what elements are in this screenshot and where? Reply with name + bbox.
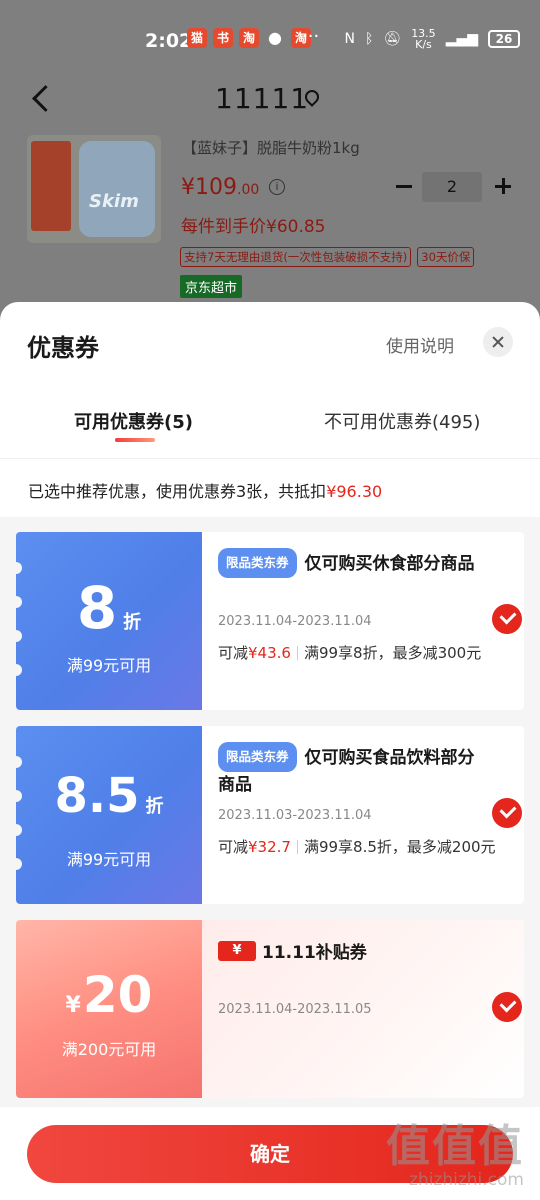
product-title: 【蓝妹子】脱脂牛奶粉1kg — [182, 139, 360, 157]
subsidy-coupon-label: 11.11补贴券 — [262, 943, 367, 963]
promo-badge — [31, 141, 71, 231]
status-time: 2:02 — [145, 30, 193, 52]
coupon-list: 8折 满99元可用 限品类东券 仅可购买休食部分商品 2023.11.04-202… — [0, 517, 540, 1107]
subsidy-coupon-badge: ¥ 11.11补贴券 — [218, 938, 367, 963]
coupon-amount: 8折 — [76, 574, 142, 642]
watermark-url: zhizhizhi.com — [409, 1170, 524, 1190]
notification-icons: 猫 书 淘 ● 淘 — [187, 28, 311, 48]
tab-available-coupons[interactable]: 可用优惠券(5) — [74, 408, 193, 434]
taobao-icon: 淘 — [239, 28, 259, 48]
usage-help-link[interactable]: 使用说明 — [386, 332, 454, 357]
product-price: ¥109.00 — [181, 175, 260, 200]
tmall-icon: 猫 — [187, 28, 207, 48]
coupon-amount: ¥20 — [65, 966, 153, 1024]
selected-check-icon[interactable] — [492, 604, 522, 634]
xiaohongshu-icon: 书 — [213, 28, 233, 48]
coupon-info: 限品类东券 仅可购买休食部分商品 2023.11.04-2023.11.04 可减… — [202, 532, 524, 710]
service-tags: 支持7天无理由退货(一次性包装破损不支持) 30天价保 — [180, 247, 475, 267]
total-discount: ¥96.30 — [326, 482, 383, 501]
page-header: 11111 — [0, 80, 540, 120]
coupon-name: 限品类东券 仅可购买休食部分商品 — [218, 548, 488, 578]
product-image[interactable]: Skim — [27, 135, 161, 243]
coupon-info: 限品类东券 仅可购买食品饮料部分商品 2023.11.03-2023.11.04 … — [202, 726, 524, 904]
system-icons: N ᛒ 🔕︎ 13.5 K/s ▂▄▆ 26 — [345, 28, 520, 50]
close-icon[interactable] — [483, 327, 513, 357]
nfc-icon: N — [344, 31, 355, 47]
coupon-value-panel: 8.5 折 满99元可用 — [16, 726, 202, 904]
price-info-icon[interactable]: i — [269, 179, 285, 195]
return-policy-tag: 支持7天无理由退货(一次性包装破损不支持) — [180, 247, 412, 267]
coupon-detail: 可减¥43.6 满99享8折，最多减300元 — [218, 644, 482, 662]
selected-check-icon[interactable] — [492, 992, 522, 1022]
back-icon[interactable] — [32, 86, 48, 112]
active-tab-indicator — [115, 438, 155, 442]
tab-unavailable-coupons[interactable]: 不可用优惠券(495) — [324, 408, 480, 434]
quantity-stepper[interactable]: 2 — [422, 172, 482, 202]
status-bar: 2:02 猫 书 淘 ● 淘 ··· N ᛒ 🔕︎ 13.5 K/s ▂▄▆ 26 — [0, 0, 540, 80]
coupon-name: 限品类东券 仅可购买食品饮料部分商品 — [218, 742, 488, 798]
unit-final-price: 每件到手价¥60.85 — [181, 217, 326, 237]
qq-icon: ● — [268, 28, 282, 47]
coupon-condition: 满99元可用 — [66, 656, 152, 675]
watermark: 值值值 zhizhizhi.com — [386, 1121, 524, 1191]
sheet-title: 优惠券 — [27, 334, 99, 362]
coupon-condition: 满200元可用 — [61, 1040, 157, 1059]
product-card: Skim 【蓝妹子】脱脂牛奶粉1kg ¥109.00 i 2 每件到手价¥60.… — [0, 135, 540, 300]
coupon-dates: 2023.11.04-2023.11.04 — [218, 614, 372, 629]
divider — [0, 458, 540, 459]
more-notifications: ··· — [302, 26, 320, 47]
signal-icon: ▂▄▆ — [445, 31, 478, 47]
coupon-condition: 满99元可用 — [66, 850, 152, 869]
coupon-category-badge: 限品类东券 — [218, 742, 297, 772]
net-speed: 13.5 K/s — [411, 27, 436, 51]
milk-tin: Skim — [79, 141, 155, 237]
coupon-value-panel: ¥20 满200元可用 — [16, 920, 202, 1098]
coupon-info: ¥ 11.11补贴券 2023.11.04-2023.11.05 — [202, 920, 524, 1098]
coupon-card[interactable]: 8折 满99元可用 限品类东券 仅可购买休食部分商品 2023.11.04-202… — [16, 532, 524, 710]
bluetooth-icon: ᛒ — [365, 31, 374, 47]
coupon-dates: 2023.11.04-2023.11.05 — [218, 1002, 372, 1017]
price-protection-tag: 30天价保 — [417, 247, 475, 267]
battery-icon: 26 — [488, 30, 520, 48]
coupon-detail: 可减¥32.7 满99享8.5折，最多减200元 — [218, 838, 496, 856]
decrease-quantity-button[interactable] — [396, 185, 412, 188]
coupon-card[interactable]: ¥20 满200元可用 ¥ 11.11补贴券 2023.11.04-2023.1… — [16, 920, 524, 1098]
coupon-card[interactable]: 8.5 折 满99元可用 限品类东券 仅可购买食品饮料部分商品 2023.11.03… — [16, 726, 524, 904]
coupon-value-panel: 8折 满99元可用 — [16, 532, 202, 710]
store-tag: 京东超市 — [180, 275, 243, 298]
increase-quantity-button[interactable] — [495, 178, 511, 194]
coupon-sheet: 优惠券 使用说明 可用优惠券(5) 不可用优惠券(495) 已选中推荐优惠，使用… — [0, 302, 540, 1200]
delivery-address[interactable]: 11111 — [215, 82, 309, 115]
coupon-category-badge: 限品类东券 — [218, 548, 297, 578]
yen-icon: ¥ — [218, 940, 256, 961]
coupon-dates: 2023.11.03-2023.11.04 — [218, 808, 372, 823]
selected-check-icon[interactable] — [492, 798, 522, 828]
coupon-amount: 8.5 折 — [54, 768, 164, 824]
discount-summary: 已选中推荐优惠，使用优惠券3张，共抵扣¥96.30 — [28, 482, 383, 501]
mute-icon: 🔕︎ — [383, 31, 402, 47]
watermark-logo: 值值值 — [386, 1121, 524, 1172]
